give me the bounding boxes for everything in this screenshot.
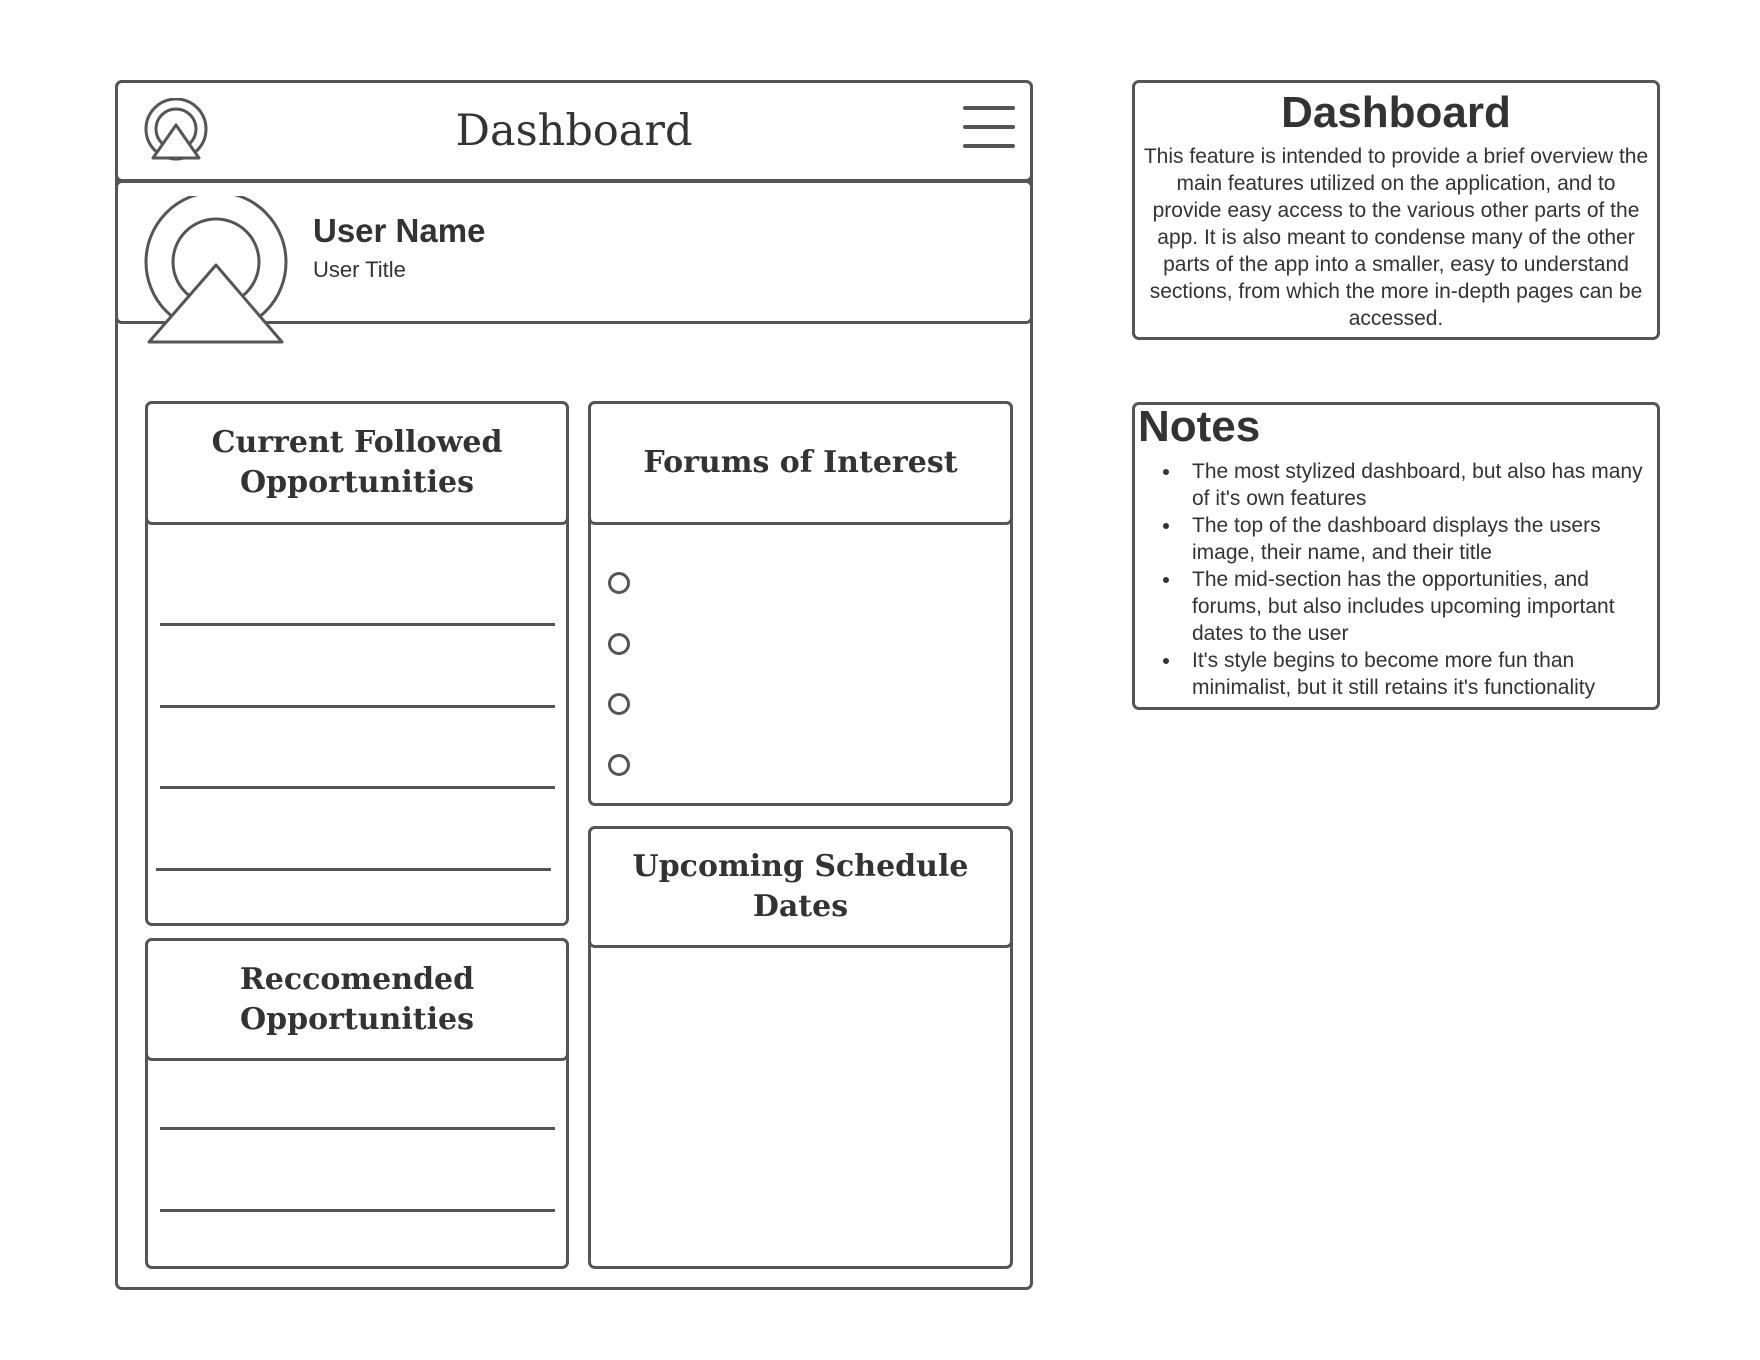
recommended-opportunities-header[interactable]: Reccomended Opportunities — [145, 938, 569, 1061]
followed-opportunities-title: Current Followed Opportunities — [211, 425, 503, 500]
user-avatar-icon[interactable] — [143, 196, 288, 344]
note-item: The most stylized dashboard, but also ha… — [1182, 458, 1652, 512]
forum-item-radio-icon[interactable] — [608, 693, 630, 715]
note-item: The mid-section has the opportunities, a… — [1182, 566, 1652, 647]
upcoming-schedule-header[interactable]: Upcoming Schedule Dates — [588, 826, 1013, 948]
forum-item-radio-icon[interactable] — [608, 754, 630, 776]
user-title: User Title — [313, 257, 406, 282]
notes-list: The most stylized dashboard, but also ha… — [1152, 458, 1652, 701]
recommended-opportunity-row[interactable] — [160, 1127, 555, 1130]
description-text: This feature is intended to provide a br… — [1143, 145, 1649, 330]
recommended-opportunities-title: Reccomended Opportunities — [239, 961, 475, 1037]
description-title: Dashboard — [1281, 88, 1511, 137]
forum-item-radio-icon[interactable] — [608, 572, 630, 594]
logo-icon[interactable] — [143, 98, 209, 164]
upcoming-schedule-title: Upcoming Schedule Dates — [632, 849, 969, 924]
page-title: Dashboard — [455, 106, 693, 156]
followed-opportunity-row[interactable] — [156, 868, 551, 871]
user-name: User Name — [313, 212, 486, 249]
forum-item-radio-icon[interactable] — [608, 633, 630, 655]
note-item: The top of the dashboard displays the us… — [1182, 512, 1652, 566]
hamburger-menu-icon[interactable] — [963, 104, 1015, 150]
followed-opportunity-row[interactable] — [160, 786, 555, 789]
followed-opportunity-row[interactable] — [160, 705, 555, 708]
forums-of-interest-title: Forums of Interest — [643, 445, 958, 480]
followed-opportunity-row[interactable] — [160, 623, 555, 626]
notes-title: Notes — [1138, 402, 1261, 451]
followed-opportunities-header[interactable]: Current Followed Opportunities — [145, 401, 569, 525]
forums-of-interest-header[interactable]: Forums of Interest — [588, 401, 1013, 525]
note-item: It's style begins to become more fun tha… — [1182, 647, 1652, 701]
recommended-opportunity-row[interactable] — [160, 1209, 555, 1212]
